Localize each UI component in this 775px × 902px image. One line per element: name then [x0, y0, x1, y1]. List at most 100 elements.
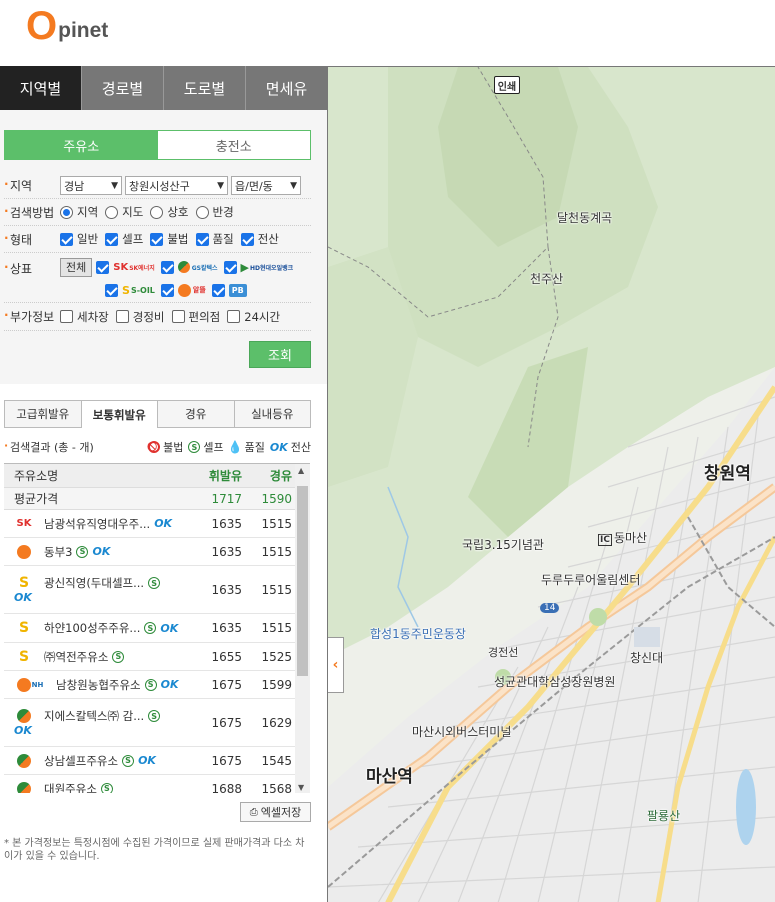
header-name[interactable]: 주유소명: [4, 467, 190, 484]
map-view[interactable]: 달천동계곡 천주산 창원역 IC 동마산 국립3.15기념관 두루두루어울림센터 …: [328, 66, 775, 902]
extra-carwash-checkbox[interactable]: 세차장: [60, 309, 109, 325]
station-name[interactable]: 대원주유소: [44, 781, 97, 794]
table-row[interactable]: NH 남창원농협주유소 S OK 1675 1599: [4, 671, 295, 699]
header-diesel[interactable]: 경유: [242, 467, 292, 484]
table-scrollbar[interactable]: ▲ ▼: [295, 464, 310, 793]
self-icon: S: [144, 622, 157, 634]
map-label-palryongsan[interactable]: 팔룡산: [647, 807, 680, 824]
type-option-label: 전산: [257, 232, 279, 246]
map-label-masan-station[interactable]: 마산역: [366, 762, 413, 787]
extra-option-label: 경정비: [132, 309, 165, 324]
map-label-samsung-hospital[interactable]: 성균관대학삼성창원병원: [494, 673, 615, 690]
brand-gs-checkbox[interactable]: [160, 260, 174, 274]
scroll-up-icon[interactable]: ▲: [298, 466, 304, 475]
legend-quality: 품질: [244, 441, 265, 454]
brand-hd-checkbox[interactable]: [223, 260, 237, 274]
map-label-315-memorial[interactable]: 국립3.15기념관: [462, 536, 544, 553]
station-name[interactable]: 동부3: [44, 544, 72, 560]
tab-route[interactable]: 경로별: [82, 66, 164, 110]
gasoline-price: 1635: [211, 516, 242, 531]
table-row[interactable]: 상남셀프주유소 S OK 1675 1545: [4, 747, 295, 775]
tab-charging-station[interactable]: 충전소: [158, 131, 311, 159]
header-gasoline[interactable]: 휘발유: [190, 467, 242, 484]
map-label-changwon-station[interactable]: 창원역: [704, 459, 751, 484]
self-icon: S: [122, 754, 135, 767]
tab-kerosene[interactable]: 실내등유: [234, 400, 311, 428]
table-row[interactable]: S 광신직영(두대셀프... S OK 1635 1515: [4, 566, 295, 614]
tab-diesel[interactable]: 경유: [158, 400, 235, 428]
scroll-down-icon[interactable]: ▼: [298, 783, 304, 792]
search-button[interactable]: 조회: [249, 341, 311, 368]
brand-sk-checkbox[interactable]: [96, 260, 110, 274]
brand-soil-checkbox[interactable]: [105, 283, 118, 297]
extra-maintenance-checkbox[interactable]: 경정비: [115, 309, 165, 325]
extra-option-label: 24시간: [244, 309, 281, 324]
collapse-panel-button[interactable]: ‹: [328, 637, 344, 693]
fuel-tabs: 고급휘발유 보통휘발유 경유 실내등유: [4, 400, 311, 428]
sido-select[interactable]: 경남 ▼: [60, 176, 122, 195]
table-row[interactable]: 지에스칼텍스㈜ 감... S OK 1675 1629: [4, 699, 295, 747]
table-row[interactable]: 동부3 S OK 1635 1515: [4, 538, 295, 566]
table-row[interactable]: 대원주유소 S 1688 1568: [4, 775, 295, 793]
brand-pb-checkbox[interactable]: [211, 283, 225, 297]
type-computerized-checkbox[interactable]: 전산: [240, 231, 279, 247]
map-label-changshin-univ[interactable]: 창신대: [630, 649, 663, 666]
brand-all-button[interactable]: 전체: [60, 257, 93, 277]
scroll-thumb[interactable]: [297, 486, 308, 676]
logo-o: O: [26, 4, 58, 48]
map-label-masan-bus-terminal[interactable]: 마산시외버스터미널: [412, 723, 511, 740]
method-region-radio[interactable]: 지역: [60, 204, 98, 220]
drop-icon: 💧: [227, 440, 243, 454]
excel-save-button[interactable]: ⎙ 엑셀저장: [240, 802, 311, 822]
map-label-duru-center[interactable]: 두루두루어울림센터: [541, 571, 640, 588]
method-name-radio[interactable]: 상호: [150, 204, 189, 220]
type-self-checkbox[interactable]: 셀프: [105, 231, 143, 247]
tab-premium-gasoline[interactable]: 고급휘발유: [4, 400, 82, 428]
map-label-dongmasan[interactable]: IC 동마산: [598, 529, 647, 546]
method-radius-radio[interactable]: 반경: [195, 204, 234, 220]
legend-illegal: 불법: [163, 441, 184, 454]
station-name[interactable]: 상남셀프주유소: [44, 753, 118, 769]
opinet-logo[interactable]: O pinet: [26, 6, 108, 46]
station-name[interactable]: 남광석유직영대우주...: [44, 516, 150, 532]
map-label-cheonjusan[interactable]: 천주산: [530, 270, 563, 287]
sigungu-select[interactable]: 창원시성산구 ▼: [125, 176, 228, 195]
table-header: 주유소명 휘발유 경유: [4, 464, 295, 488]
dong-select[interactable]: 읍/면/동 ▼: [231, 176, 301, 195]
diesel-price: 1515: [261, 516, 292, 531]
print-button[interactable]: 인쇄: [494, 76, 520, 94]
extra-24h-checkbox[interactable]: 24시간: [227, 309, 280, 325]
table-row[interactable]: SK 남광석유직영대우주... OK 1635 1515: [4, 510, 295, 538]
map-label-hapseong-field[interactable]: 합성1동주민운동장: [370, 625, 466, 642]
ok-icon: OK: [160, 621, 179, 635]
gasoline-price: 1635: [211, 582, 242, 597]
station-name[interactable]: 지에스칼텍스㈜ 감...: [44, 708, 144, 724]
map-label-dalcheon-valley[interactable]: 달천동계곡: [557, 209, 612, 226]
average-label: 평균가격: [14, 492, 59, 506]
gs-logo-text: GS칼텍스: [191, 264, 218, 272]
type-option-label: 셀프: [122, 232, 144, 246]
tab-road[interactable]: 도로별: [164, 66, 246, 110]
brand-options-row1: 전체 SK SK에너지 GS칼텍스 ▶ HD현대오일뱅크: [60, 257, 299, 277]
ok-icon: OK: [138, 754, 156, 767]
brand-altteul-checkbox[interactable]: [160, 283, 174, 297]
table-row[interactable]: S ㈜역전주유소 S 1655 1525: [4, 643, 295, 671]
station-name[interactable]: 하얀100성주주유...: [44, 620, 140, 636]
legend: ⃠불법 S셀프 💧품질 OK전산: [148, 439, 311, 455]
method-map-radio[interactable]: 지도: [105, 204, 143, 220]
station-name[interactable]: ㈜역전주유소: [44, 649, 108, 665]
type-normal-checkbox[interactable]: 일반: [60, 231, 98, 247]
tab-region[interactable]: 지역별: [0, 66, 82, 110]
tab-taxfree[interactable]: 면세유: [246, 66, 327, 110]
tab-regular-gasoline[interactable]: 보통휘발유: [81, 400, 158, 428]
extra-store-checkbox[interactable]: 편의점: [171, 309, 220, 325]
table-row[interactable]: S 하얀100성주주유... S OK 1635 1515: [4, 614, 295, 643]
map-label-gyeongjeon-line[interactable]: 경전선: [488, 644, 518, 660]
type-row: 형태 일반 셀프 불법 품질 전산: [4, 226, 311, 253]
type-illegal-checkbox[interactable]: 불법: [150, 231, 189, 247]
tab-gas-station[interactable]: 주유소: [5, 131, 158, 159]
gs-swirl-icon: [177, 261, 190, 273]
station-name[interactable]: 광신직영(두대셀프...: [44, 575, 144, 591]
type-quality-checkbox[interactable]: 품질: [195, 231, 234, 247]
station-name[interactable]: 남창원농협주유소: [56, 677, 141, 693]
